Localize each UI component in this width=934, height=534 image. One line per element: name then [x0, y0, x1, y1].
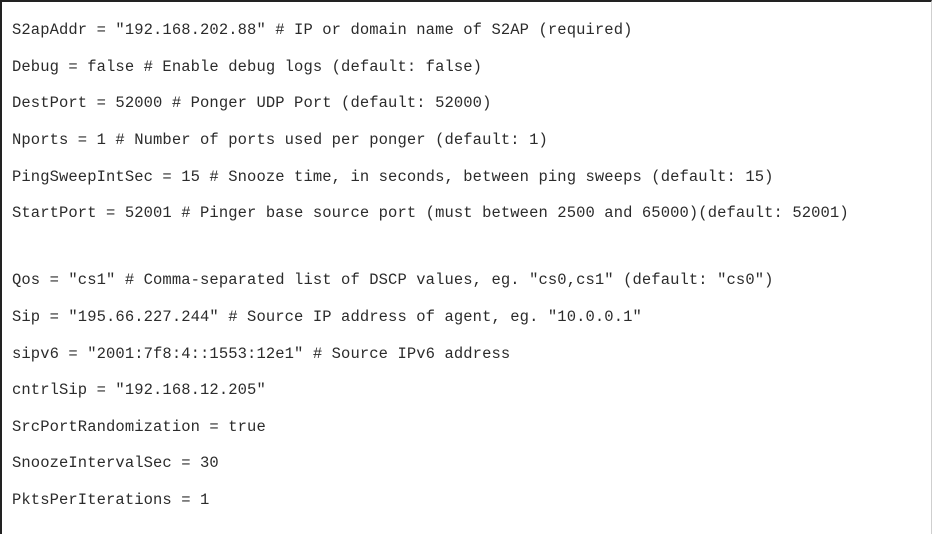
config-line-pktsperiterations: PktsPerIterations = 1 [12, 491, 210, 509]
config-line-sip: Sip = "195.66.227.244" # Source IP addre… [12, 308, 642, 326]
config-line-nports: Nports = 1 # Number of ports used per po… [12, 131, 548, 149]
config-line-snoozeintervalsec: SnoozeIntervalSec = 30 [12, 454, 219, 472]
config-line-cntrlsip: cntrlSip = "192.168.12.205" [12, 381, 266, 399]
config-line-s2apaddr: S2apAddr = "192.168.202.88" # IP or doma… [12, 21, 633, 39]
config-line-destport: DestPort = 52000 # Ponger UDP Port (defa… [12, 94, 492, 112]
config-line-debug: Debug = false # Enable debug logs (defau… [12, 58, 483, 76]
config-line-startport: StartPort = 52001 # Pinger base source p… [12, 204, 849, 222]
config-text-panel: S2apAddr = "192.168.202.88" # IP or doma… [0, 0, 932, 534]
config-line-pingsweepintsec: PingSweepIntSec = 15 # Snooze time, in s… [12, 168, 774, 186]
config-line-srcportrandomization: SrcPortRandomization = true [12, 418, 266, 436]
config-line-qos: Qos = "cs1" # Comma-separated list of DS… [12, 271, 774, 289]
config-line-sipv6: sipv6 = "2001:7f8:4::1553:12e1" # Source… [12, 345, 511, 363]
